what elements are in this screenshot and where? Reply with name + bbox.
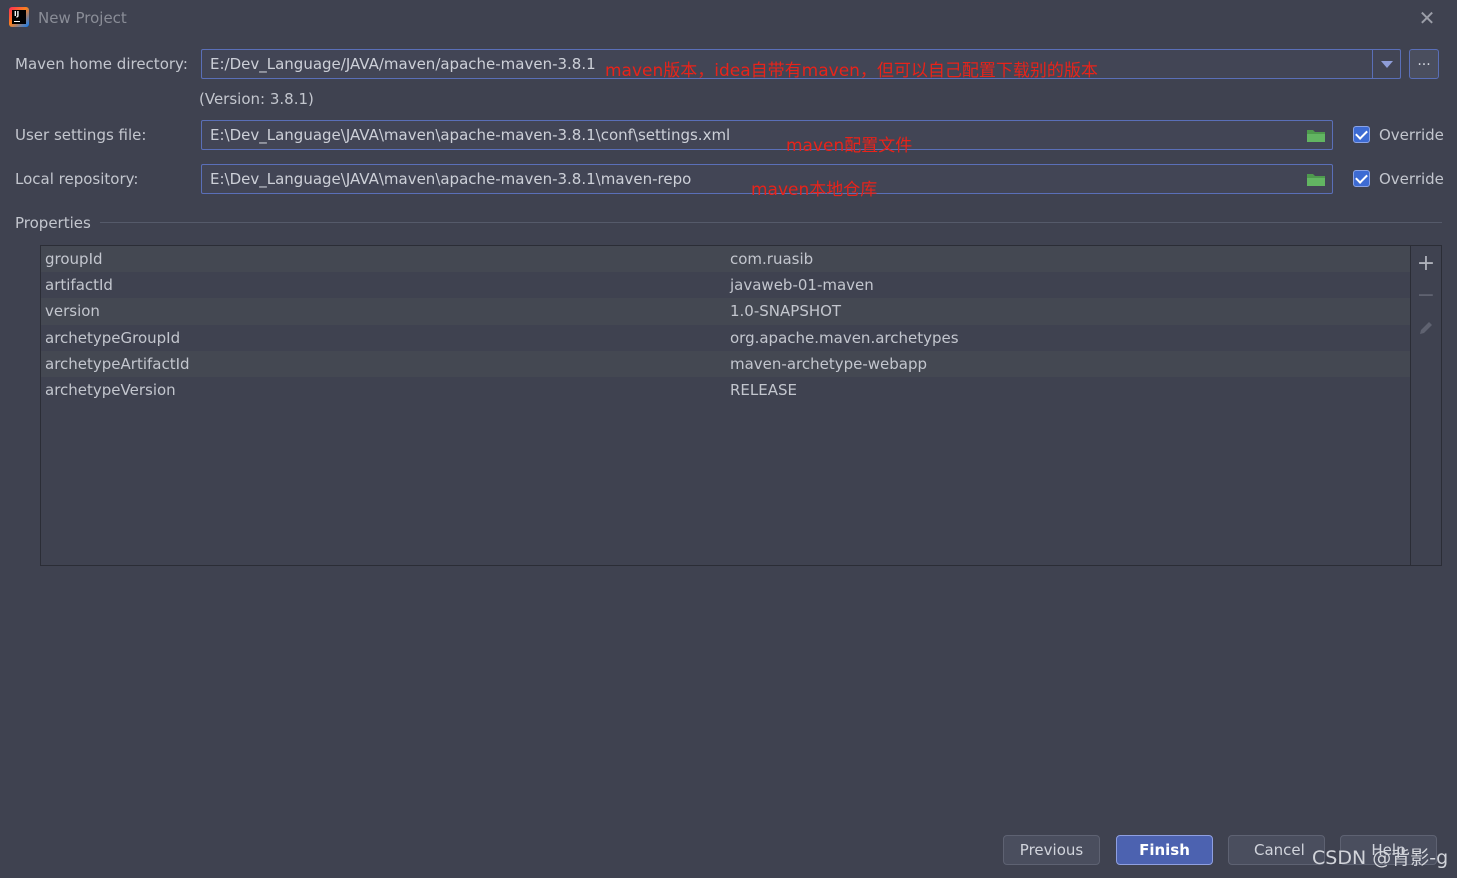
local-repo-override-label[interactable]: Override (1379, 170, 1444, 188)
property-value: org.apache.maven.archetypes (730, 328, 959, 347)
user-settings-annotation: maven配置文件 (786, 136, 913, 156)
properties-divider (100, 222, 1442, 223)
property-key: archetypeVersion (45, 380, 176, 399)
finish-button[interactable]: Finish (1116, 835, 1213, 865)
intellij-logo-icon: IJ (9, 7, 29, 27)
properties-toolbar: + − (1410, 246, 1441, 565)
folder-icon[interactable] (1306, 127, 1326, 143)
user-settings-override-checkbox[interactable] (1353, 126, 1370, 143)
table-row[interactable]: artifactId javaweb-01-maven (41, 272, 1410, 298)
property-key: archetypeGroupId (45, 328, 181, 347)
table-row[interactable]: archetypeGroupId org.apache.maven.archet… (41, 325, 1410, 351)
title-bar: IJ New Project ✕ (0, 0, 1457, 36)
maven-home-annotation: maven版本，idea自带有maven，但可以自己配置下载别的版本 (605, 61, 1098, 81)
table-row[interactable]: archetypeVersion RELEASE (41, 377, 1410, 403)
chevron-down-icon[interactable] (1372, 50, 1400, 78)
property-key: version (45, 302, 100, 321)
property-value: com.ruasib (730, 250, 814, 268)
folder-icon[interactable] (1306, 171, 1326, 187)
cancel-button[interactable]: Cancel (1228, 835, 1325, 865)
browse-button[interactable]: ... (1409, 49, 1439, 79)
table-row[interactable]: version 1.0-SNAPSHOT (41, 298, 1410, 325)
maven-version-note: (Version: 3.8.1) (199, 90, 314, 108)
property-value: 1.0-SNAPSHOT (730, 302, 842, 321)
properties-panel: groupId com.ruasib artifactId javaweb-01… (40, 245, 1442, 566)
new-project-dialog: IJ New Project ✕ Maven home directory: E… (0, 0, 1457, 878)
table-row[interactable]: archetypeArtifactId maven-archetype-weba… (41, 350, 1410, 377)
window-title: New Project (38, 9, 127, 27)
local-repo-value: E:\Dev_Language\JAVA\maven\apache-maven-… (210, 170, 692, 188)
close-icon[interactable]: ✕ (1416, 7, 1438, 29)
local-repo-override-checkbox[interactable] (1353, 170, 1370, 187)
add-icon[interactable]: + (1416, 253, 1436, 275)
property-value: maven-archetype-webapp (730, 354, 928, 373)
property-value: RELEASE (730, 380, 797, 399)
table-row[interactable]: groupId com.ruasib (41, 246, 1410, 273)
property-key: groupId (45, 250, 103, 268)
property-key: archetypeArtifactId (45, 354, 190, 373)
user-settings-value: E:\Dev_Language\JAVA\maven\apache-maven-… (210, 126, 731, 144)
maven-home-value: E:/Dev_Language/JAVA/maven/apache-maven-… (210, 55, 596, 73)
user-settings-label: User settings file: (15, 126, 147, 144)
previous-button[interactable]: Previous (1003, 835, 1100, 865)
maven-home-label: Maven home directory: (15, 55, 188, 73)
property-key: artifactId (45, 276, 113, 295)
csdn-watermark: CSDN @背影-g (1312, 847, 1449, 869)
local-repo-annotation: maven本地仓库 (751, 180, 878, 200)
user-settings-field[interactable]: E:\Dev_Language\JAVA\maven\apache-maven-… (201, 120, 1333, 150)
remove-icon[interactable]: − (1416, 285, 1436, 307)
properties-table: groupId com.ruasib artifactId javaweb-01… (41, 246, 1410, 403)
properties-title: Properties (15, 214, 91, 232)
user-settings-override-label[interactable]: Override (1379, 126, 1444, 144)
local-repo-label: Local repository: (15, 170, 139, 188)
property-value: javaweb-01-maven (730, 276, 874, 295)
pencil-icon[interactable] (1416, 318, 1436, 338)
